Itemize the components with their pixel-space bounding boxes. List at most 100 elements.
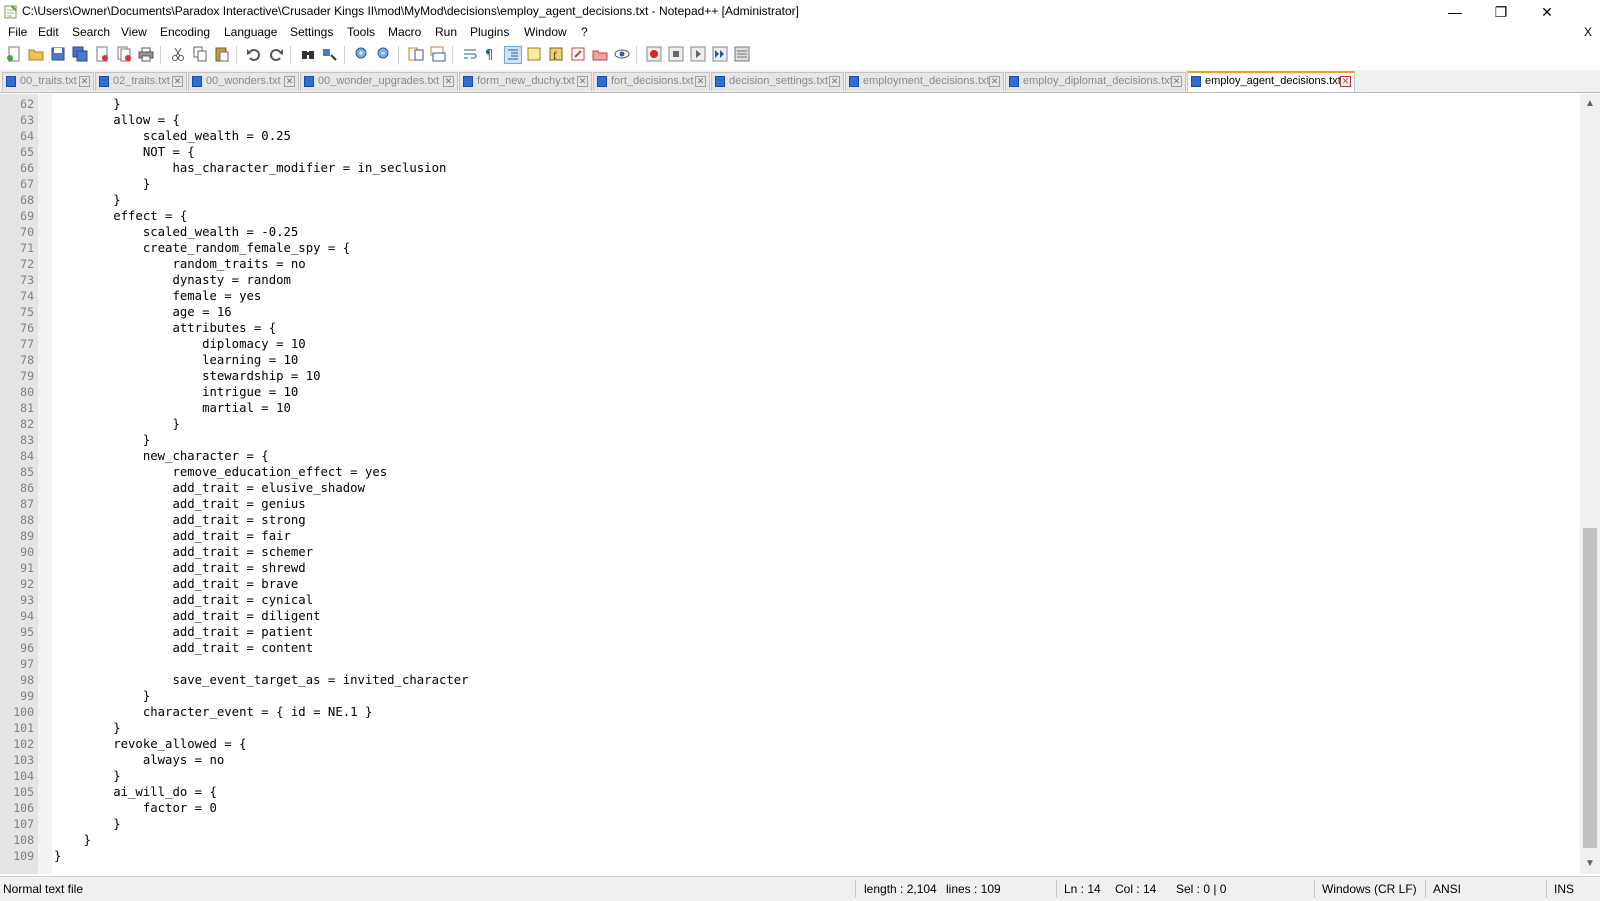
code-text[interactable]: add_trait = content — [54, 641, 313, 655]
folder-workspace-icon[interactable] — [570, 46, 586, 62]
code-text[interactable]: age = 16 — [54, 305, 231, 319]
stop-macro-icon[interactable] — [668, 46, 684, 62]
code-text[interactable]: revoke_allowed = { — [54, 737, 246, 751]
code-text[interactable]: random_traits = no — [54, 257, 305, 271]
code-line[interactable]: 71 create_random_female_spy = { — [20, 240, 469, 256]
code-text[interactable]: new_character = { — [54, 449, 269, 463]
menu-run[interactable]: Run — [435, 25, 457, 39]
code-line[interactable]: 91 add_trait = shrewd — [20, 560, 469, 576]
print-icon[interactable] — [138, 46, 154, 62]
save-macro-icon[interactable] — [734, 46, 750, 62]
scrollbar-thumb[interactable] — [1583, 528, 1597, 848]
code-text[interactable]: allow = { — [54, 113, 180, 127]
menu-language[interactable]: Language — [224, 25, 277, 39]
code-text[interactable]: } — [54, 769, 120, 783]
code-text[interactable]: martial = 10 — [54, 401, 291, 415]
code-text[interactable]: add_trait = diligent — [54, 609, 320, 623]
code-line[interactable]: 80 intrigue = 10 — [20, 384, 469, 400]
code-text[interactable]: add_trait = patient — [54, 625, 313, 639]
record-macro-icon[interactable] — [646, 46, 662, 62]
code-text[interactable]: has_character_modifier = in_seclusion — [54, 161, 446, 175]
code-line[interactable]: 70 scaled_wealth = -0.25 — [20, 224, 469, 240]
code-text[interactable]: female = yes — [54, 289, 261, 303]
code-line[interactable]: 86 add_trait = elusive_shadow — [20, 480, 469, 496]
code-line[interactable]: 63 allow = { — [20, 112, 469, 128]
code-line[interactable]: 105 ai_will_do = { — [13, 784, 469, 800]
tab-close-icon[interactable]: ✕ — [284, 76, 295, 87]
code-text[interactable]: add_trait = shrewd — [54, 561, 305, 575]
code-line[interactable]: 64 scaled_wealth = 0.25 — [20, 128, 469, 144]
tab-close-icon[interactable]: ✕ — [695, 76, 706, 87]
menu-tools[interactable]: Tools — [347, 25, 375, 39]
menu-file[interactable]: File — [8, 25, 27, 39]
code-line[interactable]: 66 has_character_modifier = in_seclusion — [20, 160, 469, 176]
redo-icon[interactable] — [268, 46, 284, 62]
tab-close-icon[interactable]: ✕ — [1171, 76, 1182, 87]
code-line[interactable]: 96 add_trait = content — [20, 640, 469, 656]
code-line[interactable]: 89 add_trait = fair — [20, 528, 469, 544]
vertical-scrollbar[interactable]: ▲ ▼ — [1580, 94, 1600, 874]
tab-00-wonders[interactable]: 00_wonders.txt ✕ — [188, 72, 299, 91]
restore-button[interactable]: ❐ — [1478, 0, 1524, 24]
menu-view[interactable]: View — [121, 25, 147, 39]
code-text[interactable]: scaled_wealth = -0.25 — [54, 225, 298, 239]
code-text-area[interactable]: 62 } 63 allow = {64 scaled_wealth = 0.25 6… — [13, 96, 469, 864]
code-text[interactable]: } — [54, 721, 120, 735]
undo-icon[interactable] — [246, 46, 262, 62]
code-text[interactable]: } — [54, 433, 150, 447]
code-text[interactable]: scaled_wealth = 0.25 — [54, 129, 291, 143]
code-text[interactable]: } — [54, 177, 150, 191]
code-text[interactable]: stewardship = 10 — [54, 369, 320, 383]
tab-employment-decisions[interactable]: employment_decisions.txt ✕ — [845, 72, 1004, 91]
document-map-icon[interactable] — [526, 46, 542, 62]
scroll-down-icon[interactable]: ▼ — [1580, 858, 1600, 869]
code-line[interactable]: 72 random_traits = no — [20, 256, 469, 272]
code-text[interactable]: dynasty = random — [54, 273, 290, 287]
cut-icon[interactable] — [170, 46, 186, 62]
code-editor[interactable]: 62 } 63 allow = {64 scaled_wealth = 0.25 6… — [0, 94, 1580, 874]
menu-macro[interactable]: Macro — [388, 25, 421, 39]
word-wrap-icon[interactable] — [462, 46, 478, 62]
tab-close-icon[interactable]: ✕ — [172, 76, 183, 87]
code-line[interactable]: 82 } — [20, 416, 469, 432]
code-text[interactable]: NOT = { — [54, 145, 195, 159]
sync-horizontal-icon[interactable] — [430, 46, 446, 62]
code-text[interactable]: add_trait = genius — [54, 497, 305, 511]
tab-02-traits[interactable]: 02_traits.txt ✕ — [95, 72, 187, 91]
code-text[interactable]: intrigue = 10 — [54, 385, 298, 399]
code-line[interactable]: 75 age = 16 — [20, 304, 469, 320]
code-line[interactable]: 95 add_trait = patient — [20, 624, 469, 640]
monitoring-icon[interactable] — [592, 46, 608, 62]
code-text[interactable]: add_trait = cynical — [54, 593, 313, 607]
fold-margin[interactable] — [38, 94, 52, 874]
tab-form-new-duchy[interactable]: form_new_duchy.txt ✕ — [459, 72, 592, 91]
code-text[interactable]: always = no — [54, 753, 224, 767]
tab-close-icon[interactable]: ✕ — [577, 76, 588, 87]
sync-vertical-icon[interactable] — [408, 46, 424, 62]
zoom-out-icon[interactable] — [376, 46, 392, 62]
code-text[interactable]: learning = 10 — [54, 353, 298, 367]
code-text[interactable]: add_trait = strong — [54, 513, 305, 527]
menu-window[interactable]: Window — [524, 25, 567, 39]
tab-00-traits[interactable]: 00_traits.txt ✕ — [2, 72, 94, 91]
code-text[interactable]: save_event_target_as = invited_character — [54, 673, 468, 687]
tab-close-icon[interactable]: ✕ — [79, 76, 90, 87]
code-line[interactable]: 81 martial = 10 — [20, 400, 469, 416]
code-line[interactable]: 74 female = yes — [20, 288, 469, 304]
new-file-icon[interactable] — [6, 46, 22, 62]
code-line[interactable]: 98 save_event_target_as = invited_charac… — [20, 672, 468, 688]
code-line[interactable]: 83 } — [20, 432, 469, 448]
code-line[interactable]: 97 — [20, 656, 469, 672]
run-macro-multiple-icon[interactable] — [712, 46, 728, 62]
code-text[interactable]: remove_education_effect = yes — [54, 465, 387, 479]
code-line[interactable]: 87 add_trait = genius — [20, 496, 469, 512]
find-icon[interactable] — [300, 46, 316, 62]
eye-icon[interactable] — [614, 46, 630, 62]
close-window-button[interactable]: ✕ — [1524, 0, 1570, 24]
paste-icon[interactable] — [214, 46, 230, 62]
tab-fort-decisions[interactable]: fort_decisions.txt ✕ — [593, 72, 710, 91]
tab-close-icon[interactable]: ✕ — [443, 76, 454, 87]
code-text[interactable]: } — [54, 193, 120, 207]
save-all-icon[interactable] — [72, 46, 88, 62]
tab-close-icon[interactable]: ✕ — [1340, 76, 1351, 87]
